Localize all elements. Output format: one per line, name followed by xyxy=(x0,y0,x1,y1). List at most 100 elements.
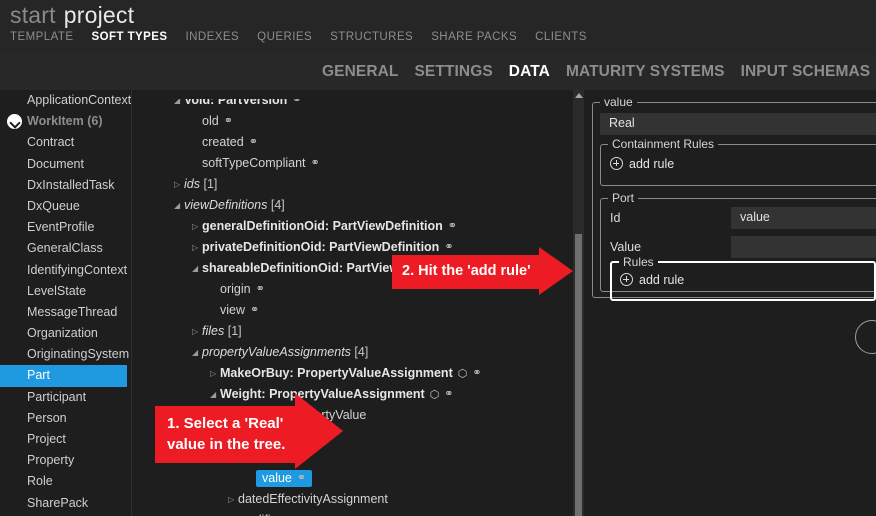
rules-add-rule-button[interactable]: add rule xyxy=(620,273,684,287)
tree-node[interactable]: datedEffectivityAssignment xyxy=(238,492,388,506)
sidebar-item-generalclass[interactable]: GeneralClass xyxy=(0,238,132,259)
tree-node[interactable]: privateDefinitionOid: PartViewDefinition… xyxy=(202,240,454,254)
top-nav-item-clients[interactable]: CLIENTS xyxy=(535,31,587,43)
port-value-input[interactable] xyxy=(731,236,876,258)
tree-node[interactable]: viewDefinitions [4] xyxy=(184,198,285,212)
tree-node[interactable]: created ⚭ xyxy=(202,135,258,149)
tree-expand-closed-icon[interactable] xyxy=(210,363,220,384)
sidebar-item-dxqueue[interactable]: DxQueue xyxy=(0,196,132,217)
tree-selected-node[interactable]: value ⚭ xyxy=(256,468,313,489)
link-chain-icon[interactable]: ⚭ xyxy=(250,300,259,321)
tree-row[interactable]: old ⚭ xyxy=(132,111,568,132)
tab-settings[interactable]: SETTINGS xyxy=(414,63,492,81)
circular-handle-icon[interactable] xyxy=(855,320,876,354)
tree-node-label: created xyxy=(202,135,244,149)
link-chain-icon[interactable]: ⚭ xyxy=(287,510,296,516)
tree-row[interactable]: ids [1] xyxy=(132,174,568,195)
tree-row[interactable]: datedEffectivityAssignment xyxy=(132,489,568,510)
tab-maturity-systems[interactable]: MATURITY SYSTEMS xyxy=(566,63,725,81)
tree-row[interactable]: created ⚭ xyxy=(132,132,568,153)
sidebar-item-eventprofile[interactable]: EventProfile xyxy=(0,217,132,238)
tree-row[interactable]: files [1] xyxy=(132,321,568,342)
tree-row[interactable]: viewDefinitions [4] xyxy=(132,195,568,216)
sidebar-item-levelstate[interactable]: LevelState xyxy=(0,281,132,302)
top-nav-item-queries[interactable]: QUERIES xyxy=(257,31,312,43)
sidebar-item-workitem-6[interactable]: WorkItem (6) xyxy=(0,111,132,132)
link-chain-icon[interactable]: ⚭ xyxy=(249,132,258,153)
sidebar-item-document[interactable]: Document xyxy=(0,154,132,175)
soft-types-sidebar[interactable]: ApplicationContext WorkItem (6) Contract Do… xyxy=(0,90,132,516)
tree-node-count: [1] xyxy=(227,324,242,338)
tree-expand-closed-icon[interactable] xyxy=(192,321,202,342)
link-chain-icon[interactable]: ⚭ xyxy=(297,468,306,489)
tree-row[interactable]: qualifier⚭ xyxy=(132,510,568,516)
sidebar-item-applicationcontext[interactable]: ApplicationContext xyxy=(0,90,132,111)
sidebar-item-label: Participant xyxy=(27,389,87,404)
tree-row[interactable]: value ⚭ xyxy=(132,468,568,489)
tree-node[interactable]: MakeOrBuy: PropertyValueAssignment ⬡ ⚭ xyxy=(220,366,482,380)
link-chain-icon[interactable]: ⚭ xyxy=(224,111,233,132)
tree-expand-open-icon[interactable] xyxy=(210,384,220,405)
tree-row[interactable]: MakeOrBuy: PropertyValueAssignment ⬡⚭ xyxy=(132,363,568,384)
tree-row[interactable]: view ⚭ xyxy=(132,300,568,321)
tab-input-schemas[interactable]: INPUT SCHEMAS xyxy=(741,63,871,81)
top-nav-item-template[interactable]: TEMPLATE xyxy=(10,31,73,43)
sidebar-item-organization[interactable]: Organization xyxy=(0,323,132,344)
port-id-input[interactable]: value xyxy=(731,207,876,229)
top-nav-item-indexes[interactable]: INDEXES xyxy=(186,31,240,43)
tab-general[interactable]: GENERAL xyxy=(322,63,398,81)
tree-node[interactable]: old ⚭ xyxy=(202,114,233,128)
tree-node-type: PropertyValueAssignment xyxy=(269,387,425,401)
tree-node[interactable]: files [1] xyxy=(202,324,242,338)
tree-row[interactable]: propertyValueAssignments [4] xyxy=(132,342,568,363)
sub-navigation-bar: GENERAL SETTINGS DATA MATURITY SYSTEMS INPUT… xyxy=(0,54,876,90)
tree-expand-open-icon[interactable] xyxy=(192,258,202,279)
tree-row[interactable]: Weight: PropertyValueAssignment ⬡⚭ xyxy=(132,384,568,405)
tree-scrollbar-thumb[interactable] xyxy=(575,234,582,516)
link-chain-icon[interactable]: ⚭ xyxy=(256,279,265,300)
tree-expand-open-icon[interactable] xyxy=(192,342,202,363)
tree-expand-open-icon[interactable] xyxy=(174,195,184,216)
sidebar-item-identifyingcontext[interactable]: IdentifyingContext xyxy=(0,260,132,281)
sidebar-item-person[interactable]: Person xyxy=(0,408,132,429)
top-nav-item-structures[interactable]: STRUCTURES xyxy=(330,31,413,43)
tree-expand-closed-icon[interactable] xyxy=(192,237,202,258)
cube-icon[interactable]: ⬡ xyxy=(458,364,468,385)
sidebar-item-project[interactable]: Project xyxy=(0,429,132,450)
sidebar-item-dxinstalledtask[interactable]: DxInstalledTask xyxy=(0,175,132,196)
sidebar-item-originatingsystem[interactable]: OriginatingSystem xyxy=(0,344,132,365)
tree-node[interactable]: generalDefinitionOid: PartViewDefinition… xyxy=(202,219,457,233)
tree-expand-closed-icon[interactable] xyxy=(174,174,184,195)
link-chain-icon[interactable]: ⚭ xyxy=(472,363,481,384)
tree-row[interactable]: generalDefinitionOid: PartViewDefinition… xyxy=(132,216,568,237)
chevron-down-icon[interactable] xyxy=(7,114,22,130)
top-nav-item-share-packs[interactable]: SHARE PACKS xyxy=(431,31,517,43)
sidebar-item-sharepack[interactable]: SharePack xyxy=(0,493,132,514)
tree-node[interactable]: origin ⚭ xyxy=(220,282,265,296)
tree-node[interactable]: softTypeCompliant ⚭ xyxy=(202,156,320,170)
annotation-step-1: 1. Select a 'Real' value in the tree. xyxy=(155,393,344,469)
tab-data[interactable]: DATA xyxy=(509,63,550,81)
tree-node[interactable]: ids [1] xyxy=(184,177,217,191)
sidebar-item-part[interactable]: Part xyxy=(0,365,127,387)
tree-node[interactable]: propertyValueAssignments [4] xyxy=(202,345,368,359)
link-chain-icon[interactable]: ⚭ xyxy=(448,216,457,237)
sidebar-item-messagethread[interactable]: MessageThread xyxy=(0,302,132,323)
sidebar-item-contract[interactable]: Contract xyxy=(0,132,132,153)
containment-add-rule-button[interactable]: add rule xyxy=(610,157,674,171)
tree-node[interactable]: view ⚭ xyxy=(220,303,259,317)
link-chain-icon[interactable]: ⚭ xyxy=(311,153,320,174)
cube-icon[interactable]: ⬡ xyxy=(430,385,440,406)
tree-scrollbar[interactable] xyxy=(573,90,584,516)
link-chain-icon[interactable]: ⚭ xyxy=(444,384,453,405)
sidebar-item-property[interactable]: Property xyxy=(0,450,132,471)
tree-expand-closed-icon[interactable] xyxy=(228,489,238,510)
scroll-up-arrow-icon[interactable] xyxy=(575,93,583,98)
sidebar-item-label: OriginatingSystem xyxy=(27,347,130,362)
tree-expand-closed-icon[interactable] xyxy=(192,216,202,237)
sidebar-item-participant[interactable]: Participant xyxy=(0,387,132,408)
top-nav-item-soft-types[interactable]: SOFT TYPES xyxy=(91,31,167,43)
tree-row[interactable]: softTypeCompliant ⚭ xyxy=(132,153,568,174)
sidebar-item-role[interactable]: Role xyxy=(0,471,132,492)
tree-node-label: value xyxy=(262,471,292,485)
